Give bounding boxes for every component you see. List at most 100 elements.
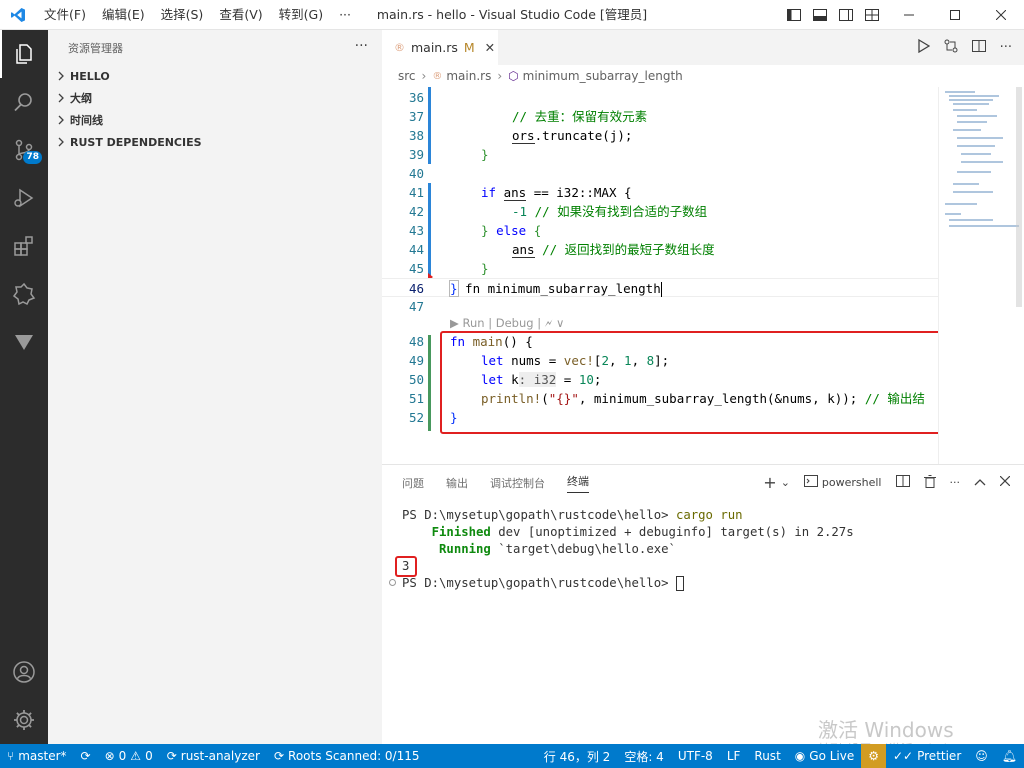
code-line: 42 -1 // 如果没有找到合适的子数组 bbox=[408, 204, 708, 219]
run-debug-icon[interactable] bbox=[0, 174, 48, 222]
rust-analyzer-status[interactable]: ⟳ rust-analyzer bbox=[160, 744, 267, 768]
code-line: 47 bbox=[408, 299, 424, 314]
tab-main-rs[interactable]: ® main.rs M ✕ bbox=[382, 30, 499, 65]
tab-debug-console[interactable]: 调试控制台 bbox=[490, 475, 545, 491]
menu-edit[interactable]: 编辑(E) bbox=[94, 0, 153, 30]
code-line: 39} bbox=[408, 147, 489, 162]
broadcast-icon: ◉ bbox=[794, 749, 806, 763]
person-icon: ☺ bbox=[975, 749, 988, 763]
rust-file-icon: ® bbox=[394, 41, 405, 54]
code-line: 43} else { bbox=[408, 223, 542, 238]
roots-scanned-status[interactable]: ⟳ Roots Scanned: 0/115 bbox=[267, 744, 427, 768]
git-branch-icon: ⑂ bbox=[7, 749, 15, 763]
more-actions-icon[interactable]: ··· bbox=[1000, 40, 1012, 55]
section-hello[interactable]: HELLO bbox=[48, 65, 382, 87]
code-line: 38 ors.truncate(j); bbox=[408, 128, 633, 144]
terminal-shell-name[interactable]: powershell bbox=[822, 476, 882, 489]
toggle-panel-icon[interactable] bbox=[810, 5, 830, 25]
breadcrumb-symbol[interactable]: minimum_subarray_length bbox=[523, 69, 683, 83]
minimap[interactable] bbox=[938, 87, 1024, 464]
run-icon[interactable] bbox=[917, 38, 930, 56]
encoding[interactable]: UTF-8 bbox=[671, 744, 720, 768]
section-label: HELLO bbox=[70, 69, 110, 83]
sync-button[interactable]: ⟳ bbox=[74, 744, 98, 768]
code-line: 45} bbox=[408, 261, 489, 276]
sidebar-more-button[interactable]: ··· bbox=[355, 38, 368, 54]
codelens[interactable]: ▶ Run | Debug | 🗲 ∨ bbox=[382, 316, 938, 330]
menu-more[interactable]: ··· bbox=[331, 0, 359, 30]
section-label: 大纲 bbox=[70, 92, 92, 105]
editor-area: ® main.rs M ✕ ··· src › ® main.rs › ⬡ mi… bbox=[382, 30, 1024, 464]
explorer-icon[interactable] bbox=[0, 30, 48, 78]
go-live-button[interactable]: ◉ Go Live bbox=[788, 744, 861, 768]
chevron-right-icon bbox=[54, 71, 68, 81]
terminal-line: Running `target\debug\hello.exe` bbox=[402, 542, 676, 556]
end-of-line[interactable]: LF bbox=[720, 744, 748, 768]
highlight-box-main bbox=[440, 331, 938, 434]
rust-status-button[interactable]: ⚙ bbox=[861, 744, 886, 768]
section-label: RUST DEPENDENCIES bbox=[70, 135, 202, 149]
tab-output[interactable]: 输出 bbox=[446, 475, 468, 491]
breadcrumb-folder[interactable]: src bbox=[398, 69, 416, 83]
terminal-line: 3 bbox=[402, 559, 410, 573]
search-icon[interactable] bbox=[0, 78, 48, 126]
code-editor[interactable]: 36 37// 去重：保留有效元素 38 ors.truncate(j); 39}… bbox=[382, 87, 938, 464]
split-editor-icon[interactable] bbox=[971, 40, 986, 55]
rust-icon[interactable] bbox=[0, 270, 48, 318]
section-outline[interactable]: 大纲 bbox=[48, 87, 382, 109]
terminal-line: PS D:\mysetup\gopath\rustcode\hello> car… bbox=[402, 508, 743, 522]
minimap-slider[interactable] bbox=[1016, 87, 1022, 307]
tab-label: main.rs bbox=[411, 40, 458, 55]
customize-layout-icon[interactable] bbox=[862, 5, 882, 25]
feedback-button[interactable]: ☺ bbox=[968, 744, 995, 768]
error-icon: ⊗ bbox=[104, 749, 115, 763]
toggle-secondary-sidebar-icon[interactable] bbox=[836, 5, 856, 25]
menu-selection[interactable]: 选择(S) bbox=[153, 0, 212, 30]
close-panel-icon[interactable] bbox=[999, 475, 1011, 489]
sync-icon: ⟳ bbox=[273, 749, 285, 763]
trash-icon[interactable] bbox=[923, 474, 936, 491]
cursor-position[interactable]: 行 46，列 2 bbox=[537, 744, 618, 768]
source-control-icon[interactable]: 78 bbox=[0, 126, 48, 174]
menu-go[interactable]: 转到(G) bbox=[271, 0, 331, 30]
sidebar-title: 资源管理器 bbox=[68, 41, 123, 55]
chevron-right-icon bbox=[54, 115, 68, 125]
modified-indicator: M bbox=[463, 40, 475, 55]
indentation[interactable]: 空格: 4 bbox=[617, 744, 671, 768]
split-terminal-icon[interactable] bbox=[895, 475, 910, 490]
command-decoration-icon[interactable] bbox=[389, 579, 396, 586]
menu-view[interactable]: 查看(V) bbox=[211, 0, 270, 30]
branch-status[interactable]: ⑂ master* bbox=[0, 744, 74, 768]
notifications-button[interactable]: 🔔︎ bbox=[995, 744, 1024, 768]
more-actions-icon[interactable]: ··· bbox=[950, 476, 961, 489]
new-terminal-icon[interactable]: + bbox=[763, 473, 776, 492]
maximize-button[interactable] bbox=[932, 0, 978, 30]
settings-gear-icon[interactable] bbox=[0, 696, 48, 744]
activation-watermark: 激活 Windows bbox=[818, 718, 954, 742]
problems-status[interactable]: ⊗ 0 ⚠ 0 bbox=[98, 744, 160, 768]
close-window-button[interactable] bbox=[978, 0, 1024, 30]
chevron-right-icon bbox=[54, 93, 68, 103]
extensions-icon[interactable] bbox=[0, 222, 48, 270]
terminal-output[interactable]: PS D:\mysetup\gopath\rustcode\hello> car… bbox=[402, 507, 854, 592]
prettier-button[interactable]: ✓✓ Prettier bbox=[886, 744, 968, 768]
toggle-sidebar-icon[interactable] bbox=[784, 5, 804, 25]
menu-file[interactable]: 文件(F) bbox=[36, 0, 94, 30]
section-timeline[interactable]: 时间线 bbox=[48, 109, 382, 131]
tab-terminal[interactable]: 终端 bbox=[567, 473, 589, 493]
minimize-button[interactable] bbox=[886, 0, 932, 30]
activity-bar: 78 bbox=[0, 30, 48, 744]
chevron-down-icon[interactable]: ⌄ bbox=[781, 476, 790, 489]
code-line: 44 ans // 返回找到的最短子数组长度 bbox=[408, 242, 715, 258]
compare-changes-icon[interactable] bbox=[944, 39, 958, 56]
section-rust-dependencies[interactable]: RUST DEPENDENCIES bbox=[48, 131, 382, 153]
triangle-icon[interactable] bbox=[0, 318, 48, 366]
account-icon[interactable] bbox=[0, 648, 48, 696]
tab-problems[interactable]: 问题 bbox=[402, 475, 424, 491]
close-tab-icon[interactable]: ✕ bbox=[485, 40, 495, 55]
chevron-right-icon: › bbox=[421, 69, 427, 83]
language-mode[interactable]: Rust bbox=[747, 744, 787, 768]
maximize-panel-icon[interactable] bbox=[974, 476, 986, 489]
breadcrumb-file[interactable]: main.rs bbox=[446, 69, 491, 83]
sync-icon: ⟳ bbox=[166, 749, 177, 763]
